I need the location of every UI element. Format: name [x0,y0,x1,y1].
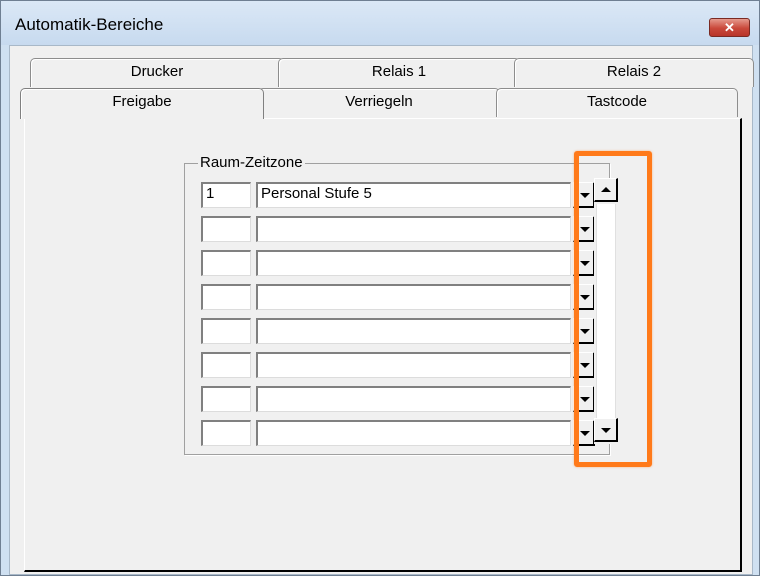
close-button[interactable]: ✕ [709,18,750,37]
list-item [201,420,595,446]
tab-label: Relais 1 [371,63,427,80]
zone-number-field[interactable] [201,420,251,446]
tab-relais-2[interactable]: Relais 2 [514,58,754,87]
tab-freigabe[interactable]: Freigabe [20,88,264,119]
tab-label: Verriegeln [345,93,413,110]
zone-number-field[interactable] [201,318,251,344]
window-title: Automatik-Bereiche [15,15,164,34]
raum-zeitzone-group: Raum-Zeitzone 1 Personal Stufe 5 [184,154,610,455]
zone-number-field[interactable] [201,386,251,412]
zone-name-field[interactable] [256,420,571,446]
group-label: Raum-Zeitzone [198,154,305,171]
list-item [201,352,595,378]
zone-name-field[interactable] [256,386,571,412]
list-item [201,284,595,310]
tab-drucker[interactable]: Drucker [30,58,284,87]
list-item [201,318,595,344]
tab-label: Freigabe [112,93,172,110]
tab-label: Relais 2 [606,63,662,80]
tab-label: Drucker [130,63,184,80]
zone-number-field[interactable] [201,216,251,242]
tab-relais-1[interactable]: Relais 1 [278,58,520,87]
list-item [201,386,595,412]
list-item: 1 Personal Stufe 5 [201,182,595,208]
tab-label: Tastcode [586,93,648,110]
zone-name-field[interactable]: Personal Stufe 5 [256,182,571,208]
list-item [201,216,595,242]
zone-number-field[interactable]: 1 [201,182,251,208]
zone-number-field[interactable] [201,352,251,378]
tab-tastcode[interactable]: Tastcode [496,88,738,117]
zone-name-field[interactable] [256,216,571,242]
zone-number-field[interactable] [201,250,251,276]
zone-name-field[interactable] [256,284,571,310]
zone-name-field[interactable] [256,318,571,344]
list-item [201,250,595,276]
title-bar: Automatik-Bereiche ✕ [1,1,759,45]
zone-name-field[interactable] [256,352,571,378]
highlight-box [574,151,652,467]
zone-name-field[interactable] [256,250,571,276]
dialog-window: Automatik-Bereiche ✕ Drucker Relais 1 Re… [0,0,760,576]
tab-verriegeln[interactable]: Verriegeln [258,88,500,117]
close-icon: ✕ [724,20,735,35]
zone-number-field[interactable] [201,284,251,310]
